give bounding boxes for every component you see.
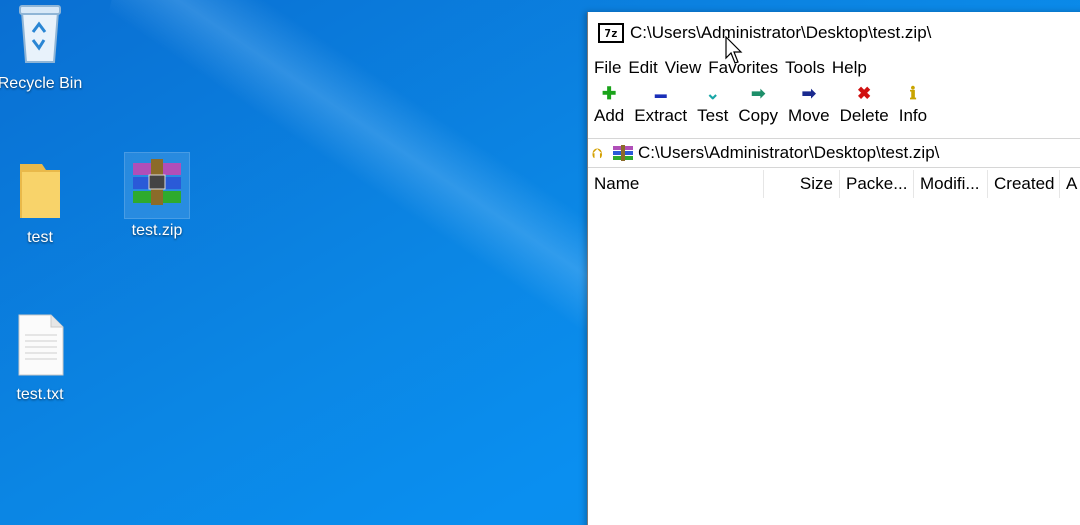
menu-help[interactable]: Help [832, 58, 867, 78]
7zip-app-icon: 7z [598, 23, 624, 43]
address-bar: ⮉ C:\Users\Administrator\Desktop\test.zi… [588, 138, 1080, 168]
test-button[interactable]: ⌄ Test [697, 84, 728, 126]
test-button-label: Test [697, 106, 729, 125]
info-button-label: Info [898, 106, 928, 125]
delete-x-icon: ✖ [857, 84, 872, 103]
file-list-area[interactable] [588, 200, 1080, 525]
desktop-icon-test-zip[interactable]: test.zip [112, 152, 202, 240]
text-file-icon [15, 313, 65, 382]
column-header-packed[interactable]: Packe... [840, 170, 914, 198]
toolbar: ✚ Add ▬ Extract ⌄ Test ➡ Copy ➡ Move ✖ D… [588, 82, 1080, 138]
move-arrow-icon: ➡ [801, 84, 816, 103]
info-button[interactable]: ℹ Info [899, 84, 927, 126]
menu-view[interactable]: View [665, 58, 702, 78]
delete-button[interactable]: ✖ Delete [840, 84, 889, 126]
menu-file[interactable]: File [594, 58, 621, 78]
address-path-input[interactable]: C:\Users\Administrator\Desktop\test.zip\ [638, 143, 939, 163]
desktop-icon-test-folder[interactable]: test [0, 158, 85, 247]
recycle-bin-icon [10, 0, 70, 71]
checkmark-icon: ⌄ [705, 84, 720, 103]
copy-button[interactable]: ➡ Copy [738, 84, 778, 126]
minus-icon: ▬ [654, 87, 667, 101]
desktop: Recycle Bin test test.zip test.txt 7z C:… [0, 0, 1080, 525]
title-bar[interactable]: 7z C:\Users\Administrator\Desktop\test.z… [588, 12, 1080, 54]
move-button[interactable]: ➡ Move [788, 84, 830, 126]
desktop-icon-label: test [27, 229, 53, 246]
extract-button[interactable]: ▬ Extract [634, 84, 687, 126]
menu-edit[interactable]: Edit [628, 58, 657, 78]
mouse-cursor-icon [725, 36, 743, 64]
desktop-icon-test-txt[interactable]: test.txt [0, 313, 85, 404]
desktop-icon-label: test.zip [131, 222, 183, 239]
info-icon: ℹ [909, 84, 917, 103]
winrar-archive-icon [124, 152, 190, 219]
delete-button-label: Delete [839, 106, 889, 125]
archive-icon [613, 145, 633, 161]
copy-arrow-icon: ➡ [751, 84, 766, 103]
move-button-label: Move [788, 106, 830, 125]
desktop-icon-label: Recycle Bin [0, 75, 83, 92]
window-title: C:\Users\Administrator\Desktop\test.zip\ [630, 23, 932, 42]
copy-button-label: Copy [738, 106, 779, 125]
menu-tools[interactable]: Tools [785, 58, 825, 78]
up-folder-icon[interactable]: ⮉ [592, 145, 606, 162]
extract-button-label: Extract [634, 106, 688, 125]
desktop-icon-label: test.txt [16, 386, 64, 403]
column-header-attributes[interactable]: A [1060, 170, 1080, 198]
column-header-name[interactable]: Name [588, 170, 764, 198]
column-header-modified[interactable]: Modifi... [914, 170, 988, 198]
add-button[interactable]: ✚ Add [594, 84, 624, 126]
column-header-size[interactable]: Size [764, 170, 840, 198]
desktop-icon-recycle-bin[interactable]: Recycle Bin [0, 0, 85, 93]
column-header-created[interactable]: Created [988, 170, 1060, 198]
menu-bar: File Edit View Favorites Tools Help [588, 54, 1080, 82]
plus-icon: ✚ [602, 84, 617, 103]
add-button-label: Add [594, 106, 625, 125]
7zip-file-manager-window: 7z C:\Users\Administrator\Desktop\test.z… [587, 12, 1080, 525]
folder-icon [16, 158, 64, 225]
file-list-header: Name Size Packe... Modifi... Created A [588, 168, 1080, 200]
